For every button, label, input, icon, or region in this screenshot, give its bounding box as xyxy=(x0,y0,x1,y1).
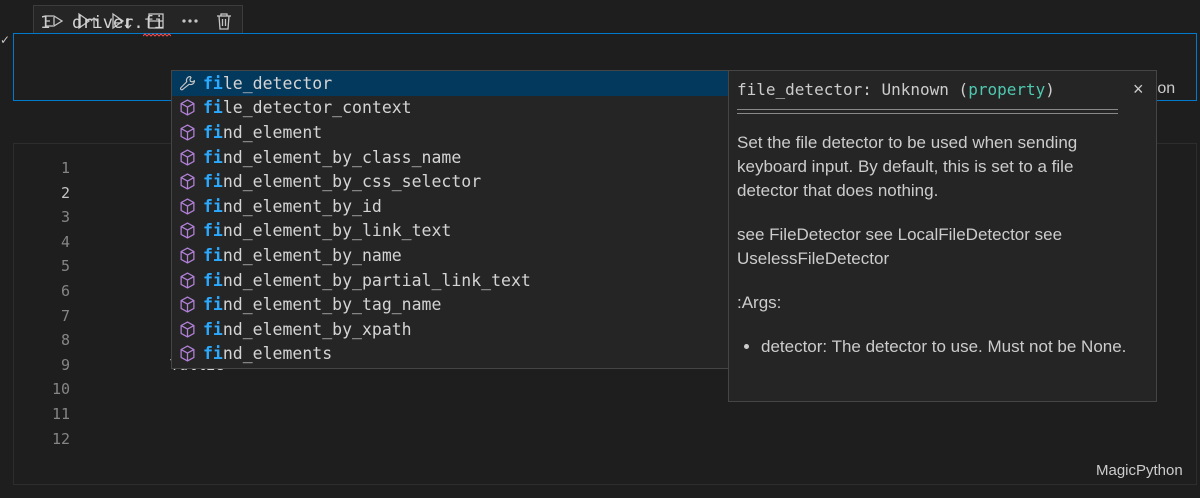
method-cube-icon xyxy=(178,271,196,289)
line-number: 6 xyxy=(60,281,70,300)
suggestion-item[interactable]: find_element_by_id xyxy=(172,194,728,219)
details-bullet: detector: The detector to use. Must not … xyxy=(761,335,1137,359)
details-paragraph: :Args: xyxy=(737,293,782,312)
line-number: 12 xyxy=(51,429,70,448)
match-highlight: fi xyxy=(203,344,223,364)
details-body: Set the file detector to be used when se… xyxy=(737,131,1137,359)
suggestion-label-rest: nd_element_by_name xyxy=(222,245,402,265)
line-number: 10 xyxy=(51,380,70,399)
suggestion-label: find_element_by_name xyxy=(203,246,402,265)
suggestion-item[interactable]: file_detector xyxy=(172,71,728,96)
cell-collapse-icon[interactable]: ✓ xyxy=(0,33,10,47)
match-highlight: fi xyxy=(203,245,223,265)
suggestion-label: file_detector_context xyxy=(203,98,412,117)
suggestion-label: find_element xyxy=(203,123,322,142)
wrench-icon xyxy=(178,74,196,92)
more-actions-icon xyxy=(182,19,198,23)
code-line[interactable]: driver.fi xyxy=(72,13,164,33)
cell-language-label[interactable]: MagicPython xyxy=(1096,462,1183,479)
suggestion-list: file_detector file_detector_context find_e… xyxy=(171,70,729,369)
delete-cell-icon xyxy=(217,13,231,30)
suggestion-label-rest: nd_element_by_class_name xyxy=(222,147,462,167)
line-number: 9 xyxy=(60,355,70,374)
suggestion-label-rest: nd_element_by_partial_link_text xyxy=(222,270,531,290)
line-number-gutter: 1 2 3 4 5 6 7 8 9 10 11 12 xyxy=(30,159,70,454)
method-cube-icon xyxy=(178,197,196,215)
line-number: 1 xyxy=(40,13,51,33)
details-divider xyxy=(737,109,1118,114)
match-highlight: fi xyxy=(203,122,223,142)
suggestion-label-rest: nd_element_by_xpath xyxy=(222,319,412,339)
suggestion-item[interactable]: find_element_by_name xyxy=(172,243,728,268)
line-number: 4 xyxy=(60,232,70,251)
method-cube-icon xyxy=(178,345,196,363)
more-actions-button[interactable] xyxy=(176,8,204,34)
suggestion-item[interactable]: find_element_by_class_name xyxy=(172,145,728,170)
method-cube-icon xyxy=(178,246,196,264)
method-cube-icon xyxy=(178,320,196,338)
line-number: 5 xyxy=(60,257,70,276)
suggestion-item[interactable]: find_element xyxy=(172,120,728,145)
suggestion-label-rest: nd_element_by_link_text xyxy=(222,221,452,241)
match-highlight: fi xyxy=(203,196,223,216)
suggestion-label: find_element_by_partial_link_text xyxy=(203,271,531,290)
details-paragraph: see FileDetector see LocalFileDetector s… xyxy=(737,225,1063,268)
match-highlight: fi xyxy=(203,172,223,192)
suggestion-label: find_element_by_tag_name xyxy=(203,295,441,314)
suggestion-label: find_element_by_xpath xyxy=(203,320,412,339)
details-signature: file_detector: Unknown (property) xyxy=(737,80,1055,99)
error-squiggle xyxy=(143,33,171,37)
delete-cell-button[interactable] xyxy=(210,8,238,34)
match-highlight: fi xyxy=(203,73,223,93)
suggestion-label-rest: nd_element_by_css_selector xyxy=(222,172,482,192)
suggestion-item[interactable]: find_element_by_css_selector xyxy=(172,169,728,194)
details-kind: property xyxy=(968,80,1046,99)
line-number: 11 xyxy=(51,404,70,423)
suggestion-item[interactable]: find_element_by_partial_link_text xyxy=(172,268,728,293)
method-cube-icon xyxy=(178,173,196,191)
suggestion-label: file_detector xyxy=(203,74,332,93)
line-number: 8 xyxy=(60,331,70,350)
suggestion-item[interactable]: file_detector_context xyxy=(172,96,728,121)
suggestion-label-rest: nd_element_by_id xyxy=(222,196,382,216)
suggestion-label: find_element_by_css_selector xyxy=(203,172,481,191)
suggestion-label-rest: nd_elements xyxy=(222,344,333,364)
method-cube-icon xyxy=(178,296,196,314)
suggestion-label: find_element_by_id xyxy=(203,197,382,216)
suggestion-details: file_detector: Unknown (property) × Set … xyxy=(728,70,1157,402)
line-number: 7 xyxy=(60,306,70,325)
suggestion-label: find_element_by_class_name xyxy=(203,148,461,167)
match-highlight: fi xyxy=(203,147,223,167)
suggestion-item[interactable]: find_element_by_link_text xyxy=(172,219,728,244)
suggestion-label: find_element_by_link_text xyxy=(203,221,451,240)
line-number: 2 xyxy=(60,183,70,202)
details-bullets: detector: The detector to use. Must not … xyxy=(737,335,1137,359)
line-number: 3 xyxy=(60,208,70,227)
line-number: 1 xyxy=(60,159,70,177)
suggestion-item[interactable]: find_element_by_xpath xyxy=(172,317,728,342)
suggestion-label-rest: le_detector xyxy=(222,73,333,93)
suggestion-label-rest: nd_element xyxy=(222,122,323,142)
method-cube-icon xyxy=(178,148,196,166)
suggestion-item[interactable]: find_element_by_tag_name xyxy=(172,292,728,317)
method-cube-icon xyxy=(178,99,196,117)
suggestion-item[interactable]: find_elements xyxy=(172,342,728,367)
close-icon[interactable]: × xyxy=(1133,79,1144,100)
match-highlight: fi xyxy=(203,295,223,315)
match-highlight: fi xyxy=(203,319,223,339)
match-highlight: fi xyxy=(203,98,223,118)
suggestion-label: find_elements xyxy=(203,344,332,363)
method-cube-icon xyxy=(178,123,196,141)
match-highlight: fi xyxy=(203,270,223,290)
method-cube-icon xyxy=(178,222,196,240)
match-highlight: fi xyxy=(203,221,223,241)
suggestion-label-rest: le_detector_context xyxy=(222,98,412,118)
details-paragraph: Set the file detector to be used when se… xyxy=(737,133,1078,200)
suggestion-label-rest: nd_element_by_tag_name xyxy=(222,295,442,315)
